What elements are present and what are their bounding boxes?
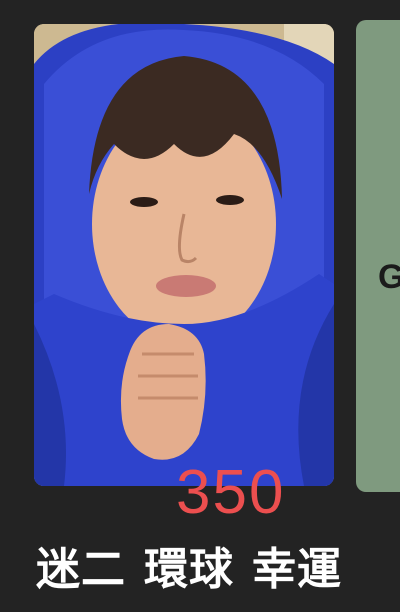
next-photocard[interactable]: G <box>356 20 400 492</box>
caption-word-3: 幸運 <box>252 544 342 595</box>
caption-word-2: 環球 <box>144 544 234 595</box>
price-label: 350 <box>176 458 286 527</box>
photocard-caption: 迷二 環球 幸運 <box>36 548 360 592</box>
photocard-image[interactable] <box>34 24 334 486</box>
caption-word-1: 迷二 <box>36 544 126 595</box>
listing-page: G 350 迷二 環球 幸運 <box>0 0 400 612</box>
next-photocard-letter: G <box>378 258 400 296</box>
photocard-illustration <box>34 24 334 486</box>
